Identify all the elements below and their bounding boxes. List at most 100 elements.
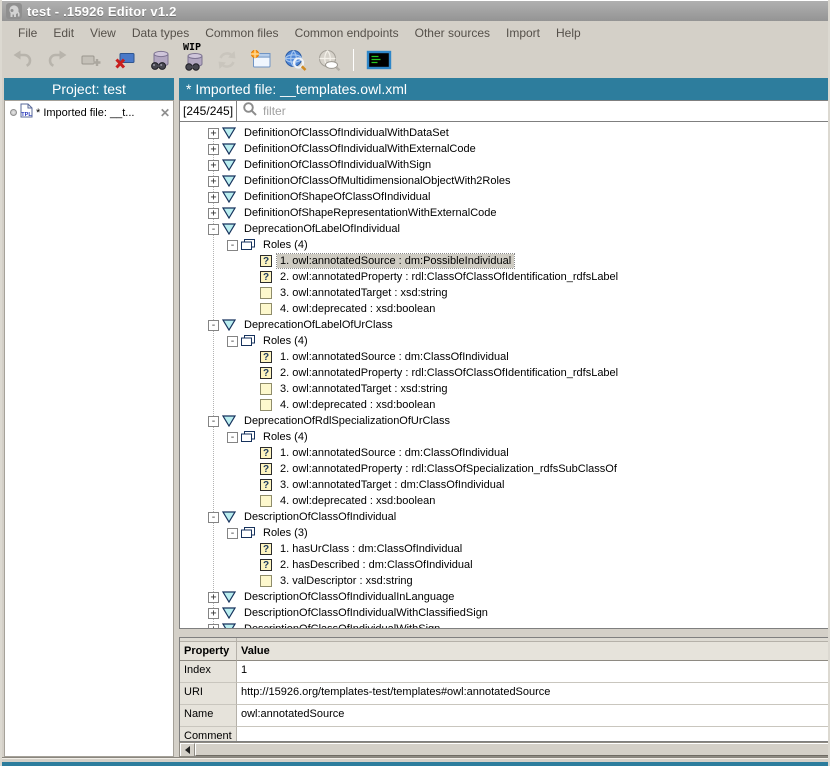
tree-item[interactable]: 4. owl:deprecated : xsd:boolean — [180, 493, 829, 509]
expand-icon[interactable]: + — [208, 592, 219, 603]
template-icon — [222, 415, 236, 427]
tree-item[interactable]: 4. owl:deprecated : xsd:boolean — [180, 397, 829, 413]
tree-item[interactable]: +DefinitionOfClassOfIndividualWithSign — [180, 157, 829, 173]
tree-item[interactable]: ?2. owl:annotatedProperty : rdl:ClassOfC… — [180, 365, 829, 381]
expand-icon[interactable]: + — [208, 144, 219, 155]
property-row[interactable]: URIhttp://15926.org/templates-test/templ… — [180, 683, 829, 705]
horizontal-scrollbar[interactable] — [179, 742, 830, 757]
close-icon[interactable]: ✕ — [160, 106, 170, 120]
tree-item-label: 3. owl:annotatedTarget : dm:ClassOfIndiv… — [277, 478, 507, 492]
roles-folder-icon — [241, 527, 255, 539]
expand-icon[interactable]: + — [208, 176, 219, 187]
tree-item[interactable]: +DefinitionOfClassOfIndividualWithExtern… — [180, 141, 829, 157]
collapse-icon[interactable]: - — [208, 320, 219, 331]
tree-item[interactable]: -DescriptionOfClassOfIndividual — [180, 509, 829, 525]
add-item-icon — [79, 48, 103, 72]
search-database-button[interactable] — [146, 47, 171, 72]
tree-item[interactable]: +DefinitionOfClassOfMultidimensionalObje… — [180, 173, 829, 189]
template-icon — [222, 127, 236, 139]
menu-item-import[interactable]: Import — [498, 23, 548, 43]
menu-item-help[interactable]: Help — [548, 23, 589, 43]
role-reference-icon: ? — [260, 255, 272, 267]
menu-item-file[interactable]: File — [10, 23, 45, 43]
table-header-row: PropertyValue — [180, 642, 829, 661]
property-row[interactable]: Index1 — [180, 661, 829, 683]
filter-input[interactable]: filter — [237, 101, 829, 121]
collapse-icon[interactable]: - — [227, 432, 238, 443]
collapse-icon[interactable]: - — [208, 224, 219, 235]
scroll-left-button[interactable] — [180, 743, 195, 756]
expand-icon[interactable]: + — [208, 608, 219, 619]
tree-item[interactable]: +DefinitionOfClassOfIndividualWithDataSe… — [180, 125, 829, 141]
title-bar[interactable]: test - .15926 Editor v1.2 — [2, 0, 828, 21]
tree-item[interactable]: ?1. owl:annotatedSource : dm:ClassOfIndi… — [180, 445, 829, 461]
tree-item-label: 2. hasDescribed : dm:ClassOfIndividual — [277, 558, 476, 572]
search-wip-database-button[interactable]: WIP — [180, 47, 205, 72]
tree-item-label: DescriptionOfClassOfIndividualWithSign — [241, 622, 443, 629]
tree-item[interactable]: +DefinitionOfShapeOfClassOfIndividual — [180, 189, 829, 205]
collapse-icon[interactable]: - — [208, 416, 219, 427]
property-value: owl:annotatedSource — [237, 705, 829, 727]
role-reference-icon: ? — [260, 559, 272, 571]
tree-item[interactable]: -Roles (4) — [180, 429, 829, 445]
tree-item[interactable]: -Roles (4) — [180, 237, 829, 253]
tree-item[interactable]: ?1. hasUrClass : dm:ClassOfIndividual — [180, 541, 829, 557]
roles-folder-icon — [241, 431, 255, 443]
tree-item[interactable]: +DescriptionOfClassOfIndividualWithClass… — [180, 605, 829, 621]
menu-item-common-endpoints[interactable]: Common endpoints — [287, 23, 407, 43]
tree-item[interactable]: -DeprecationOfLabelOfIndividual — [180, 221, 829, 237]
tree-item[interactable]: ?2. owl:annotatedProperty : rdl:ClassOfS… — [180, 461, 829, 477]
scroll-left-icon — [185, 746, 190, 754]
menu-item-view[interactable]: View — [82, 23, 124, 43]
search-database-icon — [147, 48, 171, 72]
menu-item-data-types[interactable]: Data types — [124, 23, 197, 43]
property-value — [237, 727, 829, 742]
scrollbar-thumb[interactable] — [195, 743, 829, 756]
tree-item[interactable]: + DescriptionOfClassOfIndividualInLanguag… — [180, 589, 829, 605]
filter-placeholder: filter — [263, 104, 286, 118]
tree-item[interactable]: 3. owl:annotatedTarget : xsd:string — [180, 285, 829, 301]
tree-item[interactable]: ?1. owl:annotatedSource : dm:ClassOfIndi… — [180, 349, 829, 365]
collapse-icon[interactable]: - — [208, 512, 219, 523]
tree-item[interactable]: ?2. owl:annotatedProperty : rdl:ClassOfC… — [180, 269, 829, 285]
new-window-button[interactable] — [248, 47, 273, 72]
tree-item[interactable]: +DescriptionOfClassOfIndividualWithSign — [180, 621, 829, 629]
roles-folder-icon — [241, 239, 255, 251]
menu-item-other-sources[interactable]: Other sources — [407, 23, 498, 43]
tree-item[interactable]: 3. owl:annotatedTarget : xsd:string — [180, 381, 829, 397]
template-icon — [222, 607, 236, 619]
expand-icon[interactable]: + — [208, 208, 219, 219]
tree-item-label: 3. owl:annotatedTarget : xsd:string — [277, 286, 451, 300]
web-search-button[interactable] — [282, 47, 307, 72]
role-reference-icon: ? — [260, 463, 272, 475]
expand-icon[interactable]: + — [208, 160, 219, 171]
web-search-icon — [283, 48, 307, 72]
menu-item-common-files[interactable]: Common files — [197, 23, 286, 43]
tree-item[interactable]: ? 2. hasDescribed : dm:ClassOfIndividual — [180, 557, 829, 573]
template-icon — [222, 191, 236, 203]
collapse-icon[interactable]: - — [227, 336, 238, 347]
menu-item-edit[interactable]: Edit — [45, 23, 82, 43]
horizontal-splitter[interactable] — [179, 629, 830, 637]
wip-label: WIP — [183, 43, 201, 53]
tree-item[interactable]: -Roles (3) — [180, 525, 829, 541]
expand-icon[interactable]: + — [208, 192, 219, 203]
tree-item[interactable]: -DeprecationOfRdlSpecializationOfUrClass — [180, 413, 829, 429]
tree-item[interactable]: 3. valDescriptor : xsd:string — [180, 573, 829, 589]
property-row[interactable]: Comment — [180, 727, 829, 742]
tree-item[interactable]: 4. owl:deprecated : xsd:boolean — [180, 301, 829, 317]
tree-item[interactable]: ?1. owl:annotatedSource : dm:PossibleInd… — [180, 253, 829, 269]
tree-item[interactable]: +DefinitionOfShapeRepresentationWithExte… — [180, 205, 829, 221]
tree-item-label: DescriptionOfClassOfIndividualInLanguage — [241, 590, 457, 604]
sidebar-item-imported-file[interactable]: TPL * Imported file: __t... ✕ — [5, 103, 173, 122]
console-button[interactable] — [366, 47, 391, 72]
tree-item[interactable]: -DeprecationOfLabelOfUrClass — [180, 317, 829, 333]
collapse-icon[interactable]: - — [227, 240, 238, 251]
tree-item[interactable]: ?3. owl:annotatedTarget : dm:ClassOfIndi… — [180, 477, 829, 493]
tree-item[interactable]: -Roles (4) — [180, 333, 829, 349]
expand-icon[interactable]: + — [208, 128, 219, 139]
tree-item-label: 2. owl:annotatedProperty : rdl:ClassOfCl… — [277, 270, 621, 284]
collapse-icon[interactable]: - — [227, 528, 238, 539]
property-row[interactable]: Nameowl:annotatedSource — [180, 705, 829, 727]
delete-item-button[interactable] — [112, 47, 137, 72]
